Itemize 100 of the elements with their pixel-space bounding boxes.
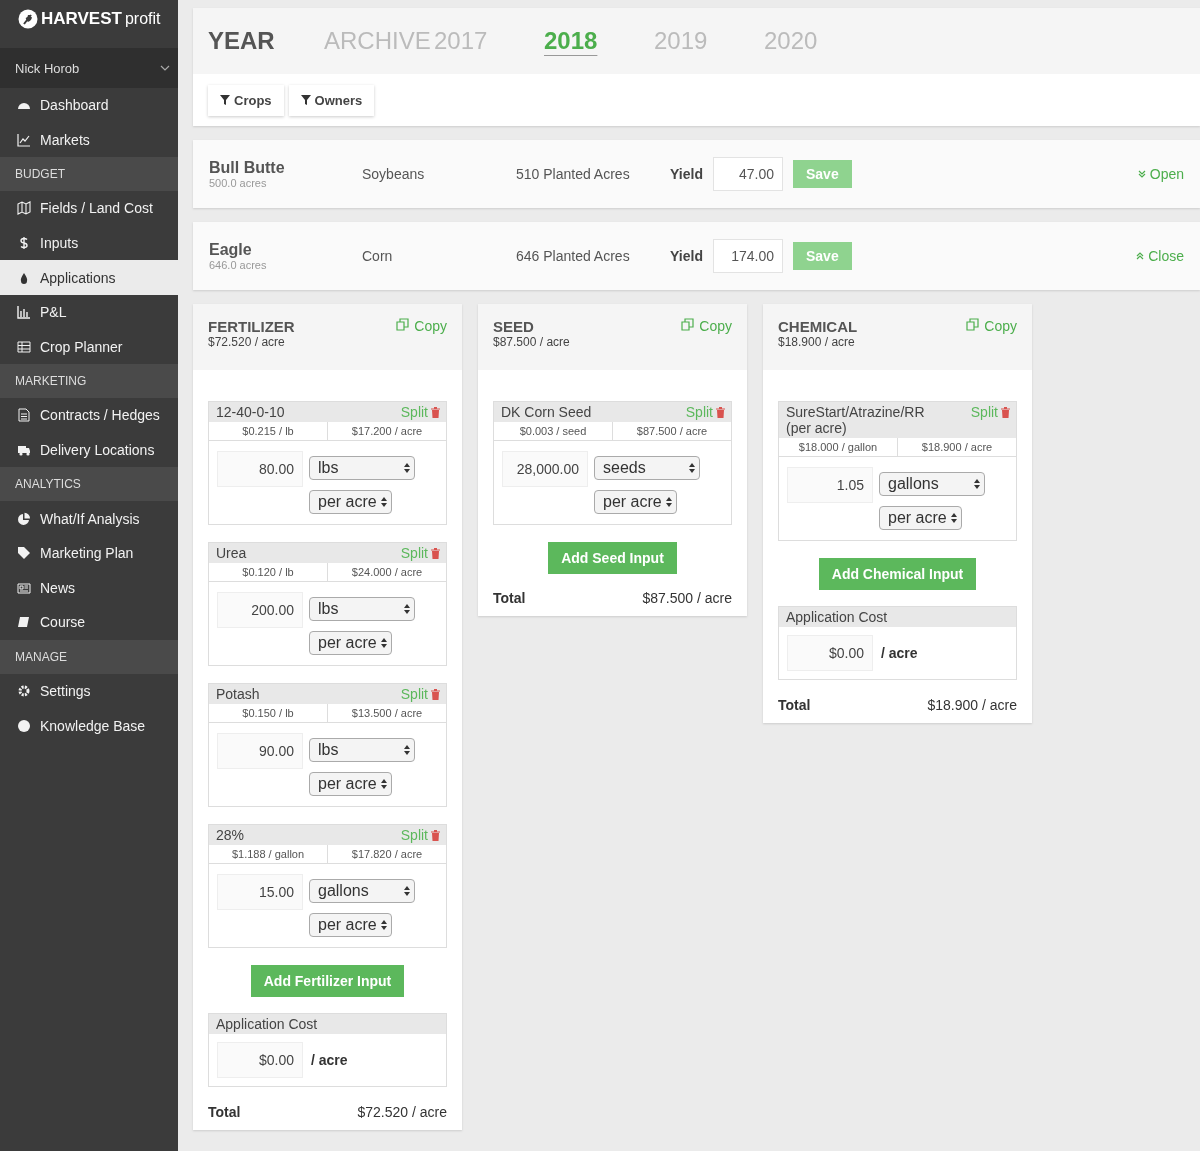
updown-arrows-icon — [404, 604, 410, 614]
unit-select[interactable]: lbs — [309, 738, 415, 762]
trash-icon[interactable] — [1001, 406, 1010, 418]
news-icon — [17, 580, 31, 595]
sidebar-item[interactable]: Settings — [0, 673, 178, 709]
card-title: CHEMICAL — [778, 318, 858, 335]
yield-input[interactable]: 47.00 — [713, 157, 783, 191]
updown-arrows-icon — [404, 745, 410, 755]
card-cost: $18.900 / acre — [778, 335, 856, 349]
field-name: Bull Butte — [209, 159, 286, 177]
input-name: DK Corn Seed — [501, 404, 592, 420]
sidebar-section-label: ANALYTICS — [0, 467, 178, 502]
cost-per-acre: $24.000 / acre — [327, 563, 446, 581]
updown-arrows-icon — [380, 920, 387, 930]
application-cost-label: Application Cost — [216, 1016, 318, 1032]
unit-select[interactable]: gallons — [309, 879, 415, 903]
planted-acres: 510 Planted Acres — [516, 166, 631, 182]
rate-select[interactable]: per acre — [309, 772, 392, 796]
sidebar-item[interactable]: News — [0, 570, 178, 606]
wheat-logo-icon — [18, 9, 38, 29]
copy-icon — [966, 318, 980, 331]
amount-input[interactable]: 80.00 — [217, 451, 303, 487]
unit-price: $18.000 / gallon — [797, 440, 879, 455]
bars-icon — [17, 305, 31, 320]
dollar-icon — [17, 236, 31, 251]
trash-icon[interactable] — [431, 829, 440, 841]
year-label: YEAR — [208, 27, 276, 55]
rate-select[interactable]: per acre — [879, 506, 962, 530]
yield-input[interactable]: 174.00 — [713, 239, 783, 273]
sidebar-item[interactable]: Applications — [0, 260, 178, 295]
updown-arrows-icon — [404, 463, 410, 473]
field-acres: 500.0 acres — [209, 177, 268, 189]
field-acres: 646.0 acres — [209, 259, 268, 271]
cost-per-acre: $18.900 / acre — [897, 438, 1016, 456]
trash-icon[interactable] — [716, 406, 725, 418]
sidebar-item[interactable]: What/If Analysis — [0, 501, 178, 536]
total-label: Total — [778, 697, 811, 713]
rate-select[interactable]: per acre — [309, 631, 392, 655]
book-icon — [17, 615, 31, 630]
sidebar-item[interactable]: Delivery Locations — [0, 432, 178, 468]
unit-select[interactable]: lbs — [309, 597, 415, 621]
filter-icon — [300, 95, 311, 105]
unit-select[interactable]: gallons — [879, 472, 985, 496]
sidebar-item[interactable]: Course — [0, 605, 178, 640]
application-cost-input[interactable]: $0.00 — [787, 635, 873, 671]
sidebar-section-label: BUDGET — [0, 157, 178, 192]
amount-input[interactable]: 200.00 — [217, 592, 303, 628]
updown-arrows-icon — [380, 779, 387, 789]
trash-icon[interactable] — [431, 688, 440, 700]
sidebar-item[interactable]: Dashboard — [0, 88, 178, 123]
rate-select[interactable]: per acre — [309, 913, 392, 937]
chart-icon — [17, 132, 31, 147]
card-title: FERTILIZER — [208, 318, 295, 335]
sidebar-item[interactable]: Marketing Plan — [0, 535, 178, 571]
field-name: Eagle — [209, 241, 253, 259]
amount-input[interactable]: 1.05 — [787, 467, 873, 503]
filter-button[interactable]: Owners — [288, 84, 375, 116]
yield-label: Yield — [670, 166, 704, 182]
tag-icon — [17, 546, 31, 561]
total-label: Total — [493, 590, 526, 606]
sidebar-item[interactable]: Inputs — [0, 225, 178, 261]
card-cost: $87.500 / acre — [493, 335, 570, 349]
filter-button[interactable]: Crops — [208, 84, 284, 116]
brand-suffix: profit — [124, 10, 161, 28]
application-cost-input[interactable]: $0.00 — [217, 1042, 303, 1078]
trash-icon[interactable] — [431, 547, 440, 559]
sidebar-item[interactable]: Fields / Land Cost — [0, 191, 178, 226]
updown-arrows-icon — [950, 513, 957, 523]
card-title: SEED — [493, 318, 535, 335]
cost-per-acre: $87.500 / acre — [612, 422, 731, 440]
copy-icon — [396, 318, 410, 331]
per-acre-label: / acre — [881, 645, 918, 661]
sidebar-item[interactable]: Markets — [0, 122, 178, 158]
sidebar-item[interactable]: P&L — [0, 294, 178, 330]
updown-arrows-icon — [665, 497, 672, 507]
gear-icon — [17, 684, 31, 698]
crop-name: Soybeans — [362, 166, 426, 182]
updown-arrows-icon — [380, 638, 387, 648]
user-menu[interactable]: Nick Horob — [0, 48, 178, 88]
amount-input[interactable]: 90.00 — [217, 733, 303, 769]
rate-select[interactable]: per acre — [309, 490, 392, 514]
sidebar-item[interactable]: Crop Planner — [0, 329, 178, 365]
chevron-down-icon — [160, 65, 170, 71]
grid-icon — [17, 339, 31, 354]
planted-acres: 646 Planted Acres — [516, 248, 631, 264]
brand-name: HARVEST — [41, 9, 122, 29]
sidebar-item[interactable]: Contracts / Hedges — [0, 398, 178, 433]
unit-select[interactable]: lbs — [309, 456, 415, 480]
trash-icon[interactable] — [431, 406, 440, 418]
amount-input[interactable]: 15.00 — [217, 874, 303, 910]
card-cost: $72.520 / acre — [208, 335, 286, 349]
rate-select[interactable]: per acre — [594, 490, 677, 514]
updown-arrows-icon — [404, 886, 410, 896]
unit-select[interactable]: seeds — [594, 456, 700, 480]
truck-icon — [17, 443, 31, 458]
input-name: 12-40-0-10 — [216, 404, 285, 420]
cost-per-acre: $17.820 / acre — [327, 845, 446, 863]
sidebar-item[interactable]: Knowledge Base — [0, 708, 178, 743]
cost-per-acre: $13.500 / acre — [327, 704, 446, 722]
amount-input[interactable]: 28,000.00 — [502, 451, 588, 487]
